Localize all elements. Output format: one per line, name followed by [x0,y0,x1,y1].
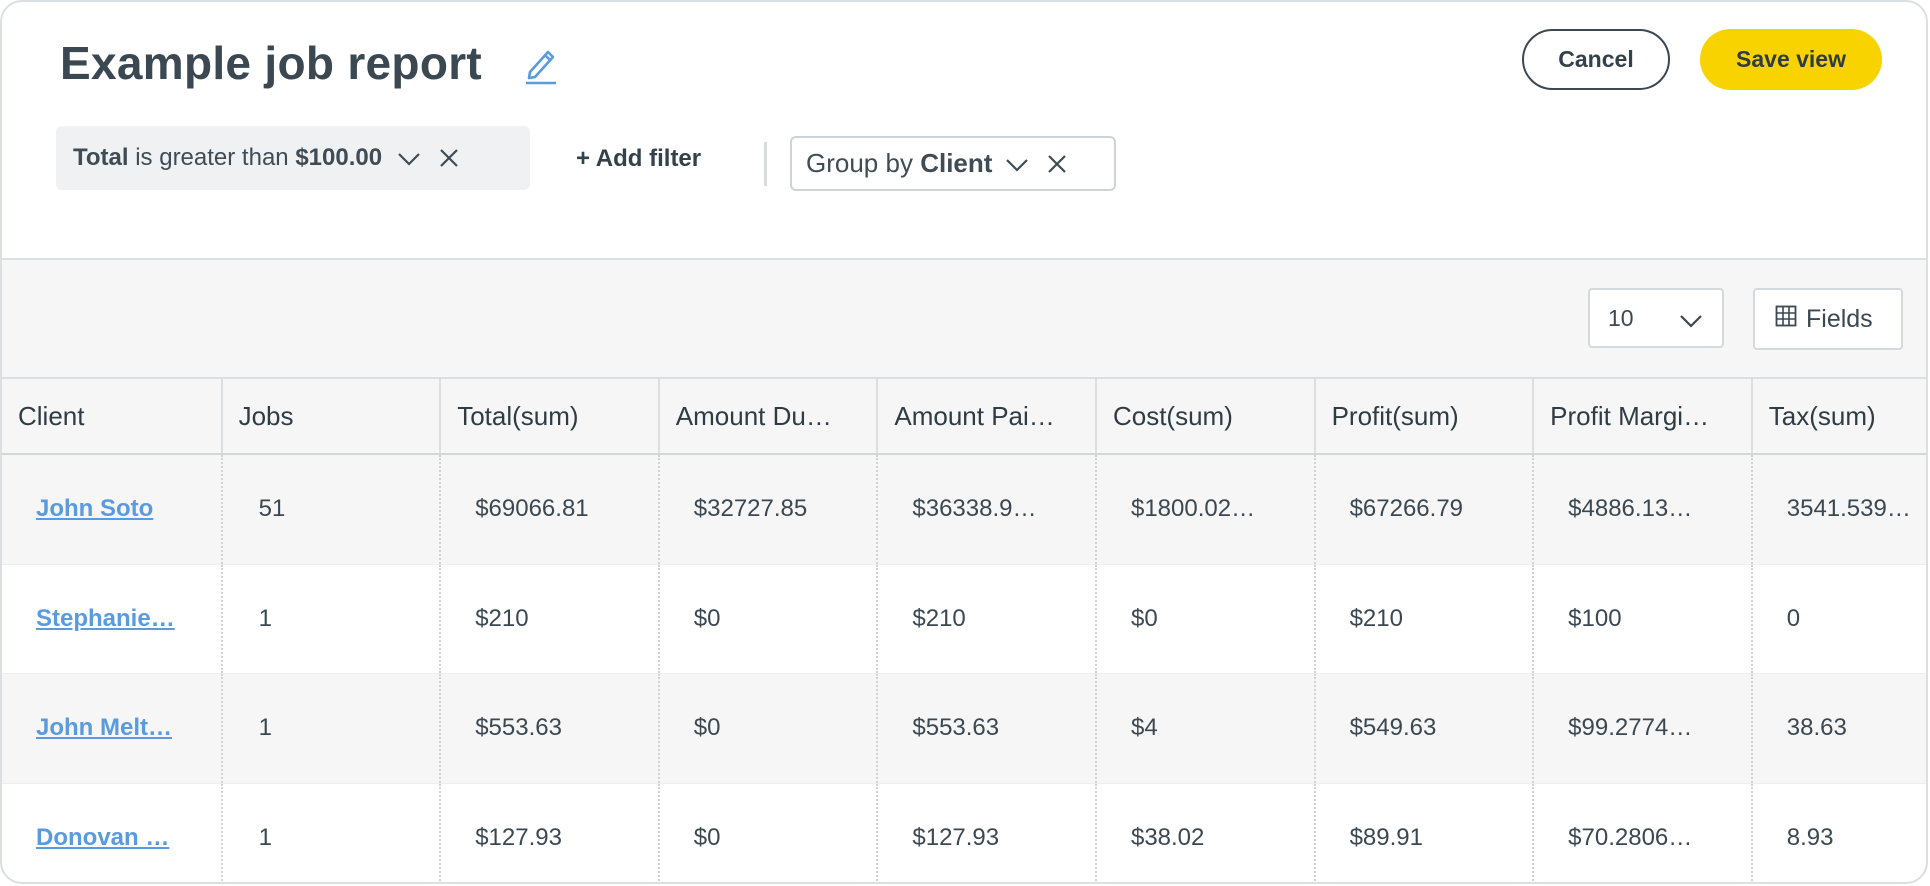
divider [764,142,767,186]
chevron-down-icon [1678,307,1704,333]
table-row: John Melt… 1 $553.63 $0 $553.63 $4 $549.… [2,674,1926,784]
fields-button[interactable]: Fields [1753,288,1903,350]
cell-profit: $89.91 [1313,783,1533,882]
cell-tax: 8.93 [1750,783,1926,882]
grid-icon [1775,305,1797,334]
cell-jobs: 1 [220,674,440,783]
cell-jobs: 1 [220,564,440,673]
cell-total: $127.93 [439,783,658,882]
page-title: Example job report [60,37,483,89]
close-icon[interactable] [1044,151,1070,177]
cell-amount-due: $0 [657,674,877,783]
cell-cost: $0 [1094,564,1314,673]
table-row: Donovan … 1 $127.93 $0 $127.93 $38.02 $8… [2,783,1926,883]
column-header-profit-margin[interactable]: Profit Margi… [1532,379,1751,453]
cell-total: $69066.81 [439,455,658,564]
client-link[interactable]: Donovan … [36,824,169,852]
table-header-row: Client Jobs Total(sum) Amount Du… Amount… [2,377,1926,455]
cell-total: $210 [439,564,658,673]
cell-profit-margin: $70.2806… [1532,783,1751,882]
cell-client: Donovan … [2,784,221,883]
page-size-value: 10 [1608,304,1634,331]
cell-jobs: 51 [220,455,440,564]
client-link[interactable]: John Soto [36,495,153,523]
cell-amount-paid: $210 [876,564,1095,673]
table-row: Stephanie… 1 $210 $0 $210 $0 $210 $100 0 [2,564,1926,674]
cell-amount-paid: $36338.9… [876,455,1095,564]
group-by-chip[interactable]: Group by Client [790,136,1116,191]
cell-cost: $38.02 [1094,783,1314,882]
close-icon[interactable] [436,145,462,171]
column-header-jobs[interactable]: Jobs [220,379,440,453]
column-header-total[interactable]: Total(sum) [439,379,658,453]
page-size-select[interactable]: 10 [1588,288,1724,348]
column-header-amount-due[interactable]: Amount Du… [657,379,877,453]
cell-amount-paid: $127.93 [876,783,1095,882]
report-table: Client Jobs Total(sum) Amount Du… Amount… [2,377,1926,883]
group-by-prefix: Group by [806,148,913,178]
save-view-button[interactable]: Save view [1700,29,1882,90]
filter-chip-total[interactable]: Total is greater than $100.00 [56,126,530,190]
client-link[interactable]: Stephanie… [36,605,175,633]
cell-client: Stephanie… [2,565,221,674]
column-header-client[interactable]: Client [2,379,221,453]
pencil-icon[interactable] [520,42,560,86]
column-header-cost[interactable]: Cost(sum) [1094,379,1314,453]
cell-profit-margin: $100 [1532,564,1751,673]
cell-tax: 38.63 [1750,674,1926,783]
cell-client: John Soto [2,455,221,564]
cell-client: John Melt… [2,674,221,783]
cell-profit: $67266.79 [1313,455,1533,564]
column-header-profit[interactable]: Profit(sum) [1313,379,1533,453]
cell-profit: $210 [1313,564,1533,673]
table-row: John Soto 51 $69066.81 $32727.85 $36338.… [2,455,1926,565]
chevron-down-icon[interactable] [1004,151,1030,177]
filter-operator: is greater than [135,144,289,171]
cell-amount-due: $0 [657,783,877,882]
fields-label: Fields [1806,304,1873,333]
cell-total: $553.63 [439,674,658,783]
group-by-field: Client [920,148,993,178]
cell-profit: $549.63 [1313,674,1533,783]
column-header-amount-paid[interactable]: Amount Pai… [876,379,1095,453]
cell-amount-due: $32727.85 [657,455,877,564]
cell-profit-margin: $4886.13… [1532,455,1751,564]
cell-cost: $4 [1094,674,1314,783]
cell-jobs: 1 [220,783,440,882]
cell-profit-margin: $99.2774… [1532,674,1751,783]
filter-value: $100.00 [295,144,383,171]
client-link[interactable]: John Melt… [36,714,172,742]
chevron-down-icon[interactable] [396,145,422,171]
cancel-button[interactable]: Cancel [1522,29,1670,90]
filter-field: Total [73,144,129,171]
cell-amount-due: $0 [657,564,877,673]
cell-tax: 3541.539… [1750,455,1926,564]
report-card: Example job report Cancel Save view Tota… [0,0,1928,884]
cell-cost: $1800.02… [1094,455,1314,564]
cell-amount-paid: $553.63 [876,674,1095,783]
column-header-tax[interactable]: Tax(sum) [1750,379,1926,453]
add-filter-button[interactable]: + Add filter [576,145,701,173]
cell-tax: 0 [1750,564,1926,673]
